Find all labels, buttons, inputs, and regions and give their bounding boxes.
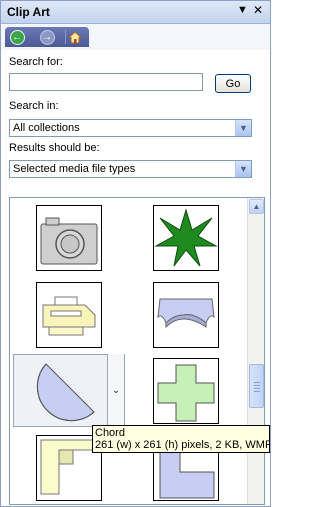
results-should-be-label: Results should be: (9, 142, 100, 154)
chevron-down-icon[interactable]: ▼ (235, 161, 251, 177)
clip-thumbnail[interactable] (153, 282, 219, 348)
close-icon[interactable]: ✕ (253, 3, 263, 17)
green-leaf-star-icon (154, 208, 218, 267)
clip-thumbnail[interactable] (36, 282, 102, 348)
search-in-label: Search in: (9, 100, 59, 112)
navigation-strip: ← → (5, 27, 89, 47)
home-button[interactable] (65, 30, 84, 44)
chevron-up-icon: ▲ (252, 202, 261, 211)
media-type-select[interactable]: Selected media file types ▼ (9, 160, 252, 178)
curved-banner-icon (157, 298, 215, 329)
printer-icon (42, 296, 96, 336)
scroll-up-button[interactable]: ▲ (249, 199, 264, 214)
clip-art-task-pane: Clip Art ▼ ✕ ← → Search for: Go Search i… (0, 0, 271, 507)
media-type-value: Selected media file types (13, 163, 136, 175)
navigation-bar: ← → (1, 24, 270, 50)
results-scrollbar[interactable]: ▲ (247, 198, 264, 504)
back-button[interactable]: ← (8, 29, 26, 45)
title-bar: Clip Art ▼ ✕ (1, 1, 270, 24)
forward-arrow-icon: → (39, 29, 55, 45)
go-button[interactable]: Go (215, 74, 251, 93)
back-arrow-icon: ← (9, 29, 25, 45)
clip-thumbnail[interactable] (153, 205, 219, 271)
grip-line (254, 388, 260, 389)
chevron-down-icon[interactable]: ▼ (235, 120, 251, 136)
tooltip-details: 261 (w) x 261 (h) pixels, 2 KB, WMF (95, 439, 270, 451)
grip-line (254, 385, 260, 386)
pane-title: Clip Art (7, 5, 50, 19)
tooltip-title: Chord (95, 427, 125, 439)
pane-menu-dropdown-icon[interactable]: ▼ (237, 4, 248, 16)
chord-icon (36, 363, 95, 422)
camera-icon (40, 217, 98, 265)
search-in-select[interactable]: All collections ▼ (9, 119, 252, 137)
clip-tooltip: Chord 261 (w) x 261 (h) pixels, 2 KB, WM… (92, 425, 270, 453)
item-menu-button[interactable]: ⌄ (107, 354, 124, 427)
scroll-thumb[interactable] (249, 364, 264, 408)
search-in-value: All collections (13, 122, 80, 134)
home-icon (68, 30, 82, 43)
forward-button[interactable]: → (38, 29, 56, 45)
clip-thumbnail[interactable] (153, 358, 219, 424)
clip-thumbnail-selected[interactable] (36, 358, 102, 424)
clip-thumbnail[interactable] (36, 205, 102, 271)
results-grid: ⌄ ▲ (9, 197, 265, 505)
cross-plus-icon (157, 364, 215, 422)
search-input[interactable] (9, 73, 203, 91)
search-for-label: Search for: (9, 56, 63, 68)
grip-line (254, 382, 260, 383)
grip-line (254, 391, 260, 392)
chevron-down-icon: ⌄ (111, 385, 121, 396)
